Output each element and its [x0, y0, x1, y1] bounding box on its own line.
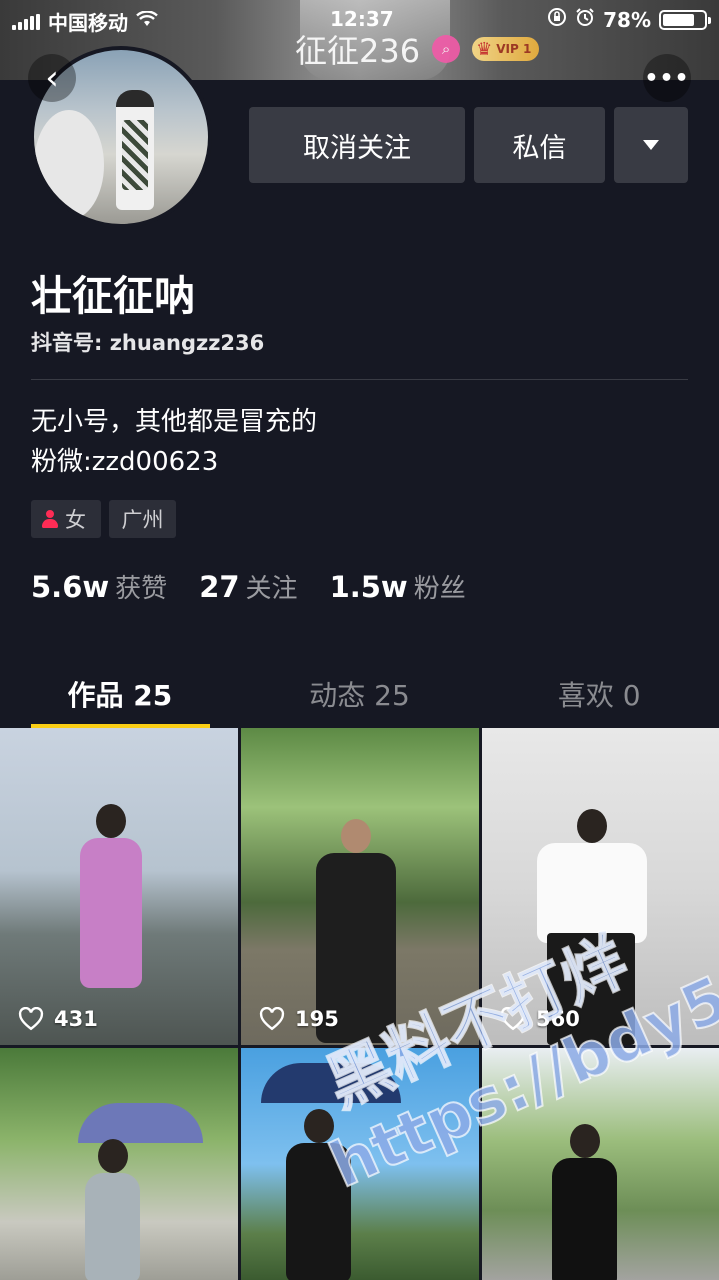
city-label: 广州 [121, 508, 164, 532]
back-button[interactable]: ‹ [28, 54, 76, 102]
thumbnail-figure [85, 1139, 140, 1280]
stat-label: 关注 [245, 574, 298, 604]
caret-down-icon [643, 140, 659, 150]
profile-stats: 5.6w 获赞 27 关注 1.5w 粉丝 [31, 568, 498, 605]
heart-icon [18, 1006, 44, 1031]
header-title: 征征236 [295, 32, 421, 70]
bio-line-1: 无小号，其他都是冒充的 [31, 407, 318, 437]
city-tag: 广州 [109, 500, 176, 538]
gender-label: 女 [65, 508, 86, 532]
video-thumbnail[interactable] [0, 1048, 238, 1280]
tab-works[interactable]: 作品 25 [0, 660, 240, 728]
video-likes: 431 [18, 1006, 98, 1031]
likes-count: 431 [54, 1007, 98, 1031]
douyin-id: 抖音号: zhuangzz236 [31, 331, 265, 355]
search-icon[interactable]: ⌕ [432, 35, 461, 63]
stat-label: 粉丝 [413, 574, 466, 604]
thumbnail-figure [552, 1124, 617, 1280]
signal-icon [12, 13, 40, 30]
umbrella [78, 1103, 203, 1143]
bio-line-2: 粉微:zzd00623 [31, 447, 219, 477]
crown-icon: ♛ [476, 38, 493, 60]
message-button[interactable]: 私信 [474, 107, 605, 183]
unfollow-button[interactable]: 取消关注 [249, 107, 465, 183]
tab-moments[interactable]: 动态 25 [240, 660, 480, 728]
orientation-lock-icon [547, 7, 567, 32]
stat-number: 1.5w [329, 570, 408, 604]
stat-followers[interactable]: 1.5w 粉丝 [330, 568, 466, 605]
stat-likes: 5.6w 获赞 [31, 568, 167, 605]
gender-tag: 女 [31, 500, 101, 538]
vip-badge[interactable]: ♛ VIP 1 [472, 37, 540, 61]
battery-icon [659, 9, 711, 30]
avatar-person [116, 90, 154, 210]
stat-label: 获赞 [115, 574, 168, 604]
recommend-dropdown-button[interactable] [614, 107, 688, 183]
tab-likes[interactable]: 喜欢 0 [479, 660, 719, 728]
divider [31, 379, 688, 380]
stat-following[interactable]: 27 关注 [199, 568, 297, 605]
thumbnail-figure [80, 804, 142, 988]
video-thumbnail[interactable]: 431 [0, 728, 238, 1045]
nav-title: 征征236 ⌕ ♛ VIP 1 [295, 26, 540, 72]
female-icon [41, 510, 59, 528]
content-tabs: 作品 25 动态 25 喜欢 0 [0, 660, 719, 728]
chevron-left-icon: ‹ [45, 58, 59, 98]
profile-bio: 无小号，其他都是冒充的 粉微:zzd00623 [31, 402, 317, 482]
wifi-icon [136, 10, 158, 32]
battery-percent: 78% [603, 7, 651, 32]
more-button[interactable]: ••• [643, 54, 691, 102]
avatar-background [34, 110, 104, 220]
carrier-label: 中国移动 [48, 11, 128, 35]
alarm-icon [575, 7, 595, 32]
stat-number: 27 [199, 570, 240, 604]
profile-name: 壮征征呐 [31, 272, 195, 320]
vip-label: VIP 1 [496, 42, 532, 56]
more-dots-icon: ••• [644, 65, 690, 91]
stat-number: 5.6w [31, 570, 110, 604]
